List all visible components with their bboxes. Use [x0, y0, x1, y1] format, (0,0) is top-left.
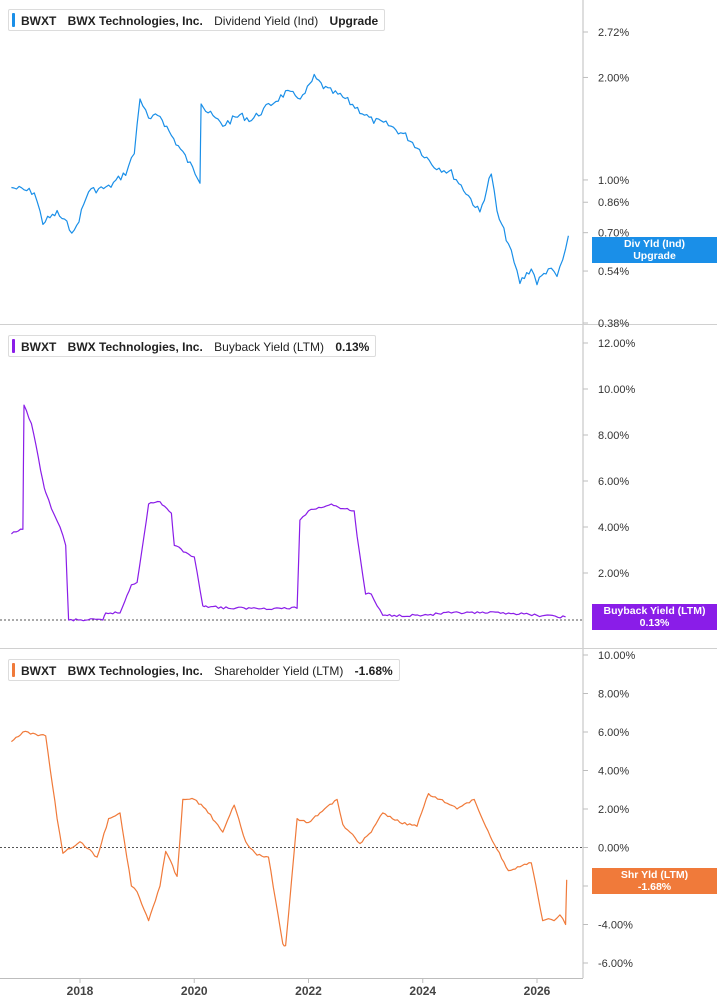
legend-metric: Buyback Yield (LTM)	[214, 340, 324, 354]
y-tick-label: 6.00%	[598, 727, 629, 739]
badge-label: Div Yld (Ind)	[623, 238, 686, 250]
x-tick-label: 2024	[409, 984, 436, 998]
legend-color-swatch	[12, 663, 15, 677]
legend-buyback-yield[interactable]: BWXT BWX Technologies, Inc. Buyback Yiel…	[8, 335, 377, 357]
y-tick-label: 0.54%	[598, 266, 629, 278]
badge-shareholder-yield: Shr Yld (LTM) -1.68%	[592, 868, 717, 894]
legend-metric: Dividend Yield (Ind)	[214, 14, 319, 28]
legend-value: 0.13%	[335, 340, 370, 354]
legend-ticker: BWXT	[21, 664, 57, 678]
x-tick-label: 2026	[524, 984, 551, 998]
badge-value: 0.13%	[639, 617, 670, 629]
badge-dividend-yield: Div Yld (Ind) Upgrade	[592, 237, 717, 263]
legend-ticker: BWXT	[21, 14, 57, 28]
y-tick-label: 0.38%	[598, 318, 629, 330]
y-tick-label: 2.00%	[598, 568, 629, 580]
chart-lines-layer	[10, 73, 569, 947]
badge-buyback-yield: Buyback Yield (LTM) 0.13%	[592, 604, 717, 630]
legend-ticker: BWXT	[21, 340, 57, 354]
x-tick-label: 2018	[67, 984, 94, 998]
y-tick-label: 0.00%	[598, 843, 629, 855]
legend-company: BWX Technologies, Inc.	[67, 340, 203, 354]
y-tick-label: 10.00%	[598, 384, 636, 396]
legend-company: BWX Technologies, Inc.	[67, 14, 203, 28]
series-line	[11, 730, 568, 947]
legend-value: -1.68%	[354, 664, 393, 678]
legend-color-swatch	[12, 339, 15, 353]
legend-company: BWX Technologies, Inc.	[67, 664, 203, 678]
legend-color-swatch	[12, 13, 15, 27]
y-tick-label: -6.00%	[598, 958, 633, 970]
y-tick-label: 6.00%	[598, 476, 629, 488]
y-tick-label: 12.00%	[598, 338, 636, 350]
series-line	[10, 404, 566, 622]
y-tick-label: 8.00%	[598, 689, 629, 701]
badge-value: -1.68%	[637, 881, 672, 893]
y-tick-label: 0.86%	[598, 197, 629, 209]
legend-metric: Shareholder Yield (LTM)	[214, 664, 344, 678]
series-line	[11, 73, 569, 286]
x-tick-label: 2020	[181, 984, 208, 998]
badge-label: Shr Yld (LTM)	[620, 869, 689, 881]
y-tick-label: 2.72%	[598, 27, 629, 39]
y-tick-label: 4.00%	[598, 766, 629, 778]
y-tick-label: 1.00%	[598, 175, 629, 187]
y-tick-label: 4.00%	[598, 522, 629, 534]
y-tick-label: 2.00%	[598, 72, 629, 84]
y-tick-label: -4.00%	[598, 920, 633, 932]
y-tick-label: 10.00%	[598, 650, 636, 662]
legend-shareholder-yield[interactable]: BWXT BWX Technologies, Inc. Shareholder …	[8, 659, 400, 681]
legend-dividend-yield[interactable]: BWXT BWX Technologies, Inc. Dividend Yie…	[8, 9, 386, 31]
y-tick-label: 8.00%	[598, 430, 629, 442]
badge-value: Upgrade	[633, 250, 676, 262]
y-tick-label: 2.00%	[598, 804, 629, 816]
legend-value: Upgrade	[329, 14, 379, 28]
chart-grid-layer	[0, 0, 717, 979]
chart-svg: 2.72%2.00%1.00%0.86%0.70%0.54%0.38%12.00…	[0, 0, 717, 998]
badge-label: Buyback Yield (LTM)	[603, 605, 706, 617]
chart-ticks-layer: 2.72%2.00%1.00%0.86%0.70%0.54%0.38%12.00…	[67, 27, 636, 998]
x-tick-label: 2022	[295, 984, 322, 998]
